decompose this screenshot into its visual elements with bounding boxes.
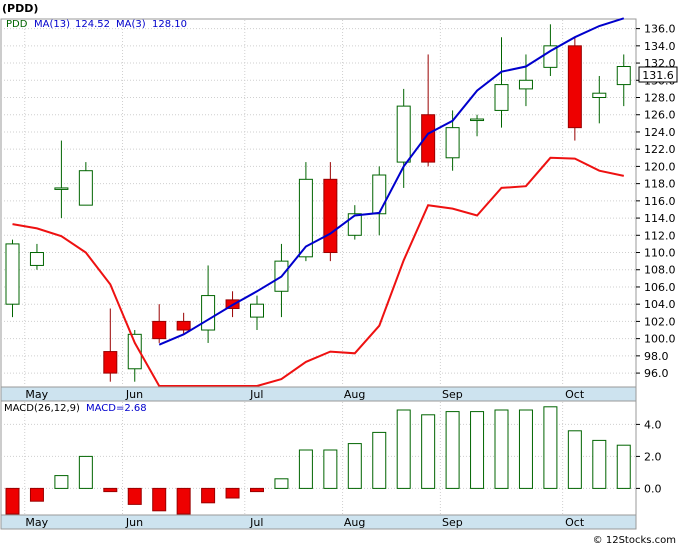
chart-legend: PDD MA(13) 124.52 MA(3) 128.10 xyxy=(6,19,187,30)
macd-bar xyxy=(225,487,240,499)
month-label: Aug xyxy=(344,516,365,529)
macd-x-axis: May Jun Jul Aug Sep Oct xyxy=(0,514,637,530)
macd-tick-label: 4.0 xyxy=(644,418,662,431)
candle-body xyxy=(518,79,533,90)
macd-bar xyxy=(421,414,436,489)
candle-body xyxy=(494,84,509,111)
candle-body xyxy=(250,303,264,318)
price-tick-label: 104.0 xyxy=(644,298,676,311)
macd-bar xyxy=(78,455,93,489)
macd-bar xyxy=(347,443,362,489)
macd-bar xyxy=(616,444,631,489)
candle-body xyxy=(5,243,20,305)
month-label: Jul xyxy=(249,388,263,401)
candle-body xyxy=(54,187,69,190)
legend-label-pdd: PDD xyxy=(6,19,28,30)
price-tick-label: 102.0 xyxy=(644,315,676,328)
candle-body xyxy=(176,320,191,331)
last-price-label: 131.6 xyxy=(642,69,674,82)
candle-body xyxy=(78,170,93,206)
macd-bar xyxy=(494,409,509,489)
macd-bar xyxy=(298,449,313,489)
macd-panel: 0.0 2.0 4.0 MACD(26,12,9) MACD=2.68 xyxy=(0,400,662,516)
price-tick-label: 118.0 xyxy=(644,178,676,191)
macd-bar xyxy=(445,411,460,489)
month-label: May xyxy=(25,388,48,401)
last-price-box: 131.6 xyxy=(638,66,678,83)
price-panel: 96.0 98.0 100.0 102.0 104.0 106.0 108.0 110.0 11… xyxy=(0,17,678,388)
month-label: Oct xyxy=(565,388,585,401)
candle-body xyxy=(347,213,362,236)
candle-body xyxy=(372,174,387,215)
price-tick-label: 128.0 xyxy=(644,92,676,105)
price-tick-label: 114.0 xyxy=(644,212,676,225)
macd-bar xyxy=(518,409,533,489)
price-tick-label: 110.0 xyxy=(644,247,676,260)
macd-bar xyxy=(250,487,264,493)
price-tick-label: 126.0 xyxy=(644,109,676,122)
candle-body xyxy=(152,320,167,340)
month-label: May xyxy=(25,516,48,529)
price-tick-label: 120.0 xyxy=(644,160,676,173)
candle-body xyxy=(396,105,411,163)
price-tick-label: 116.0 xyxy=(644,195,676,208)
legend-label-ma13: MA(13) xyxy=(34,19,70,30)
macd-bar xyxy=(29,487,44,502)
candle-body xyxy=(201,295,216,331)
price-tick-label: 124.0 xyxy=(644,126,676,139)
price-x-axis: May Jun Jul Aug Sep Oct xyxy=(0,386,637,402)
month-label: Sep xyxy=(442,516,463,529)
legend-value-ma3: 128.10 xyxy=(152,19,187,30)
macd-label: MACD(26,12,9) xyxy=(4,403,80,414)
month-label: Jun xyxy=(125,388,143,401)
candle-body xyxy=(323,178,338,254)
price-tick-label: 122.0 xyxy=(644,143,676,156)
price-tick-label: 100.0 xyxy=(644,333,676,346)
price-tick-label: 98.0 xyxy=(644,350,669,363)
macd-bar xyxy=(201,487,216,504)
price-tick-label: 136.0 xyxy=(644,23,676,36)
macd-bar xyxy=(470,411,485,489)
month-label: Jul xyxy=(249,516,263,529)
legend-value-ma13: 124.52 xyxy=(75,19,110,30)
price-tick-label: 106.0 xyxy=(644,281,676,294)
candle-body xyxy=(445,127,460,159)
macd-bar xyxy=(5,487,20,515)
macd-bar xyxy=(54,475,69,489)
macd-value-label: MACD=2.68 xyxy=(86,403,147,414)
macd-bar xyxy=(543,406,558,489)
candle-body xyxy=(567,45,582,129)
macd-bar xyxy=(372,431,387,489)
macd-bar xyxy=(127,487,142,505)
candle-body xyxy=(29,252,44,266)
macd-bar xyxy=(103,487,118,493)
candle-body xyxy=(470,118,485,122)
price-tick-label: 96.0 xyxy=(644,367,669,380)
legend-label-ma3: MA(3) xyxy=(116,19,146,30)
price-tick-label: 112.0 xyxy=(644,229,676,242)
macd-bar xyxy=(567,430,582,489)
candle-body xyxy=(103,351,118,374)
stock-chart: (PDD) 96.0 98.0 100.0 102.0 104.0 106.0 108.0 1… xyxy=(0,0,680,546)
month-label: Jun xyxy=(125,516,143,529)
macd-tick-label: 2.0 xyxy=(644,450,662,463)
macd-bar xyxy=(396,409,411,489)
macd-bar xyxy=(592,439,607,489)
macd-bar xyxy=(152,487,167,512)
chart-title: (PDD) xyxy=(2,2,38,15)
candle-body xyxy=(592,92,607,99)
month-label: Oct xyxy=(565,516,585,529)
candle-body xyxy=(616,66,631,86)
month-label: Aug xyxy=(344,388,365,401)
macd-bar xyxy=(274,478,289,489)
month-label: Sep xyxy=(442,388,463,401)
watermark: © 12Stocks.com xyxy=(593,535,676,546)
macd-bar xyxy=(323,449,338,489)
macd-bar xyxy=(176,487,191,515)
macd-tick-label: 0.0 xyxy=(644,482,662,495)
price-tick-label: 134.0 xyxy=(644,40,676,53)
price-tick-label: 108.0 xyxy=(644,264,676,277)
